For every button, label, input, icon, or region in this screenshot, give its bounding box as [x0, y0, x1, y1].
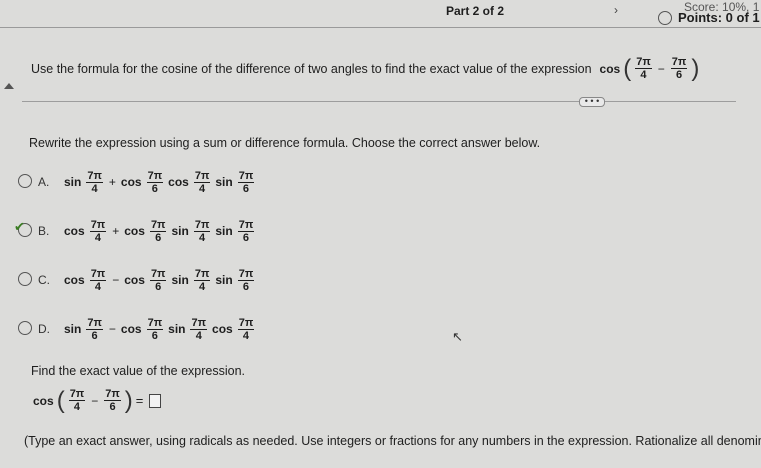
points-label: Points: 0 of 1 [678, 10, 760, 25]
option-radio[interactable] [18, 173, 38, 191]
next-part-chevron-icon[interactable]: › [614, 3, 618, 17]
question-expression: cos ( 7π 4 − 7π 6 ) [598, 56, 701, 81]
answer-expression: cos ( 7π 4 − 7π 6 ) [33, 386, 133, 414]
trig-fn: cos [120, 175, 142, 189]
trig-fn: sin [64, 175, 82, 189]
header-divider [0, 27, 761, 28]
operator: + [108, 175, 116, 189]
radio-icon[interactable] [18, 271, 32, 286]
option-radio[interactable]: ✔ [14, 219, 38, 240]
fraction: 7π 4 [89, 267, 107, 293]
expr-frac-1: 7π 4 [635, 56, 652, 81]
more-button[interactable]: • • • [579, 97, 605, 107]
trig-fn: cos [168, 175, 189, 189]
fraction: 7π 6 [149, 267, 167, 293]
option-d[interactable]: D. sin 7π 6− cos 7π 6 sin 7π 4 cos 7π 4 [18, 311, 257, 347]
trig-fn: sin [64, 322, 82, 336]
expr-fn: cos [599, 61, 621, 76]
radio-icon[interactable] [18, 173, 32, 188]
fraction: 7π 6 [146, 316, 164, 342]
option-radio[interactable] [18, 271, 38, 289]
option-b[interactable]: ✔ B. cos 7π 4 + cos 7π 6 sin 7π 4 sin 7π 6 [14, 213, 257, 249]
fraction: 7π 4 [193, 169, 211, 195]
trig-fn: cos [124, 273, 145, 287]
option-a[interactable]: A. sin 7π 4 + cos 7π 6 cos 7π 4 sin 7π 6 [18, 164, 257, 200]
fraction: 7π 6 [86, 316, 103, 342]
trig-fn: cos [64, 273, 85, 287]
fraction: 7π 4 [193, 267, 211, 293]
check-icon: ✔ [14, 218, 25, 234]
equals-sign: = [135, 393, 144, 408]
right-paren: ) [691, 54, 700, 82]
question-prompt: Use the formula for the cosine of the di… [31, 61, 592, 76]
fraction: 7π 6 [237, 267, 255, 293]
fraction: 7π 6 [237, 218, 255, 244]
type-note: (Type an exact answer, using radicals as… [24, 434, 761, 448]
option-letter: C. [38, 273, 50, 287]
fraction: 7π 6 [149, 218, 167, 244]
option-letter: A. [38, 175, 50, 189]
option-letter: B. [38, 224, 50, 238]
operator: − [112, 273, 120, 287]
trig-fn: cos [64, 224, 85, 238]
trig-fn: sin [171, 224, 189, 238]
fraction: 7π 4 [89, 218, 107, 244]
left-paren: ( [623, 54, 632, 82]
fraction: 7π 6 [237, 169, 255, 195]
trig-fn: sin [168, 322, 186, 336]
option-letter: D. [38, 322, 50, 336]
question-text: Use the formula for the cosine of the di… [31, 56, 700, 81]
operator: + [112, 224, 120, 238]
operator: − [108, 322, 116, 336]
expr-minus: − [657, 61, 665, 76]
instruction-text: Rewrite the expression using a sum or di… [29, 136, 541, 150]
fraction: 7π 6 [146, 169, 164, 195]
option-expression: cos 7π 4− cos 7π 6 sin 7π 4 sin 7π 6 [62, 268, 257, 293]
trig-fn: sin [171, 273, 189, 287]
fraction: 7π 4 [237, 316, 255, 342]
trig-fn: sin [215, 175, 233, 189]
expr-frac-2: 7π 6 [670, 56, 688, 81]
points-status-icon [658, 11, 672, 25]
trig-fn: cos [124, 224, 145, 238]
option-expression: sin 7π 6− cos 7π 6 sin 7π 4 cos 7π 4 [62, 317, 257, 342]
option-radio[interactable] [18, 320, 38, 338]
option-expression: cos 7π 4 + cos 7π 6 sin 7π 4 sin 7π 6 [62, 219, 257, 244]
fraction: 7π 4 [86, 169, 103, 195]
answer-input[interactable] [149, 393, 162, 408]
mouse-cursor-icon: ↖ [452, 329, 463, 344]
trig-fn: cos [212, 322, 233, 336]
section-divider [22, 101, 736, 102]
trig-fn: cos [120, 322, 142, 336]
radio-icon[interactable] [18, 320, 32, 335]
trig-fn: sin [215, 273, 233, 287]
part-label: Part 2 of 2 [446, 4, 505, 18]
fraction: 7π 4 [193, 218, 211, 244]
answer-line: cos ( 7π 4 − 7π 6 ) = [31, 386, 162, 414]
find-text: Find the exact value of the expression. [31, 364, 246, 378]
fraction: 7π 4 [190, 316, 208, 342]
option-c[interactable]: C. cos 7π 4− cos 7π 6 sin 7π 4 sin 7π 6 [18, 262, 257, 298]
collapse-caret-icon[interactable] [4, 83, 14, 89]
option-expression: sin 7π 4 + cos 7π 6 cos 7π 4 sin 7π 6 [62, 170, 257, 195]
trig-fn: sin [215, 224, 233, 238]
